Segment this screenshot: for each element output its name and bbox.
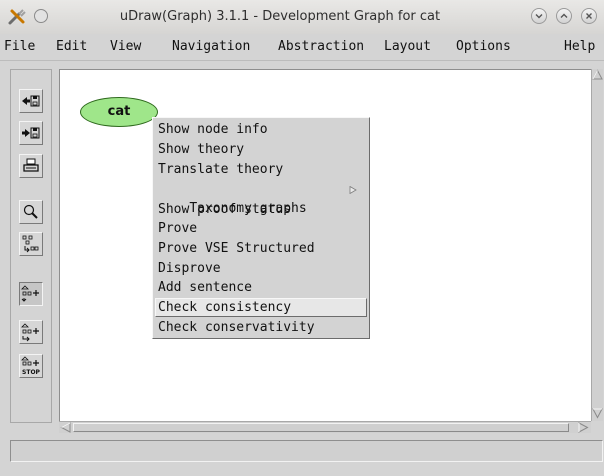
menu-abstraction[interactable]: Abstraction bbox=[278, 34, 364, 60]
menu-item-show-node-info[interactable]: Show node info bbox=[155, 120, 367, 139]
vertical-scrollbar[interactable] bbox=[591, 69, 603, 421]
maximize-button[interactable] bbox=[556, 8, 572, 24]
horizontal-scroll-thumb[interactable] bbox=[73, 423, 569, 432]
chevron-up-icon bbox=[560, 13, 568, 18]
menu-item-taxonomy-graphs[interactable]: Taxonomy graphs bbox=[155, 180, 367, 216]
node-context-menu: Show node info Show theory Translate the… bbox=[152, 117, 370, 339]
status-bar bbox=[10, 440, 603, 462]
zoom-icon bbox=[23, 204, 38, 219]
load-graph-button[interactable] bbox=[19, 89, 43, 113]
menu-item-disprove[interactable]: Disprove bbox=[155, 259, 367, 278]
menu-item-translate-theory[interactable]: Translate theory bbox=[155, 160, 367, 179]
menu-item-check-consistency[interactable]: Check consistency bbox=[155, 298, 367, 317]
menu-file[interactable]: File bbox=[4, 34, 35, 60]
menu-item-prove[interactable]: Prove bbox=[155, 219, 367, 238]
scale-graph-icon bbox=[22, 235, 39, 253]
stop-label: STOP bbox=[22, 369, 41, 376]
menu-item-show-proof-status[interactable]: Show proof status bbox=[155, 200, 367, 219]
scroll-up-icon[interactable] bbox=[592, 69, 603, 81]
window-title: uDraw(Graph) 3.1.1 - Development Graph f… bbox=[119, 9, 441, 24]
layout-horizontal-icon bbox=[21, 285, 39, 302]
zoom-button[interactable] bbox=[19, 200, 43, 224]
graph-node[interactable]: cat bbox=[80, 97, 158, 127]
app-tools-icon[interactable] bbox=[6, 6, 28, 28]
menu-item-add-sentence[interactable]: Add sentence bbox=[155, 278, 367, 297]
layout-vertical-icon bbox=[21, 323, 39, 342]
menu-item-prove-vse-structured[interactable]: Prove VSE Structured bbox=[155, 239, 367, 258]
menu-edit[interactable]: Edit bbox=[56, 34, 87, 60]
scroll-left-icon[interactable] bbox=[60, 422, 72, 433]
layout-vertical-button[interactable] bbox=[19, 320, 43, 344]
scroll-down-icon[interactable] bbox=[592, 407, 603, 419]
menu-item-show-theory[interactable]: Show theory bbox=[155, 140, 367, 159]
menu-item-check-conservativity[interactable]: Check conservativity bbox=[155, 318, 367, 337]
menu-help[interactable]: Help bbox=[564, 34, 595, 60]
menu-options[interactable]: Options bbox=[456, 34, 511, 60]
layout-horizontal-button[interactable] bbox=[19, 282, 43, 306]
scale-graph-button[interactable] bbox=[19, 232, 43, 256]
load-graph-icon bbox=[22, 95, 40, 107]
save-graph-button[interactable] bbox=[19, 121, 43, 145]
close-icon bbox=[586, 13, 592, 19]
shade-button[interactable] bbox=[34, 9, 48, 23]
graph-node-label: cat bbox=[107, 104, 131, 119]
print-icon bbox=[23, 158, 39, 172]
close-button[interactable] bbox=[581, 8, 597, 24]
minimize-button[interactable] bbox=[531, 8, 547, 24]
title-bar: uDraw(Graph) 3.1.1 - Development Graph f… bbox=[0, 0, 604, 35]
stop-layout-icon: STOP bbox=[21, 356, 41, 376]
scroll-right-icon[interactable] bbox=[577, 422, 589, 433]
menu-layout[interactable]: Layout bbox=[384, 34, 431, 60]
chevron-down-icon bbox=[535, 14, 543, 19]
print-button[interactable] bbox=[19, 154, 43, 178]
save-graph-icon bbox=[22, 127, 40, 139]
menu-bar: File Edit View Navigation Abstraction La… bbox=[0, 34, 604, 61]
menu-navigation[interactable]: Navigation bbox=[172, 34, 250, 60]
stop-layout-button[interactable]: STOP bbox=[19, 354, 43, 378]
toolbar: STOP bbox=[10, 69, 52, 423]
menu-view[interactable]: View bbox=[110, 34, 141, 60]
horizontal-scrollbar[interactable] bbox=[59, 421, 591, 433]
submenu-arrow-icon bbox=[349, 186, 357, 194]
